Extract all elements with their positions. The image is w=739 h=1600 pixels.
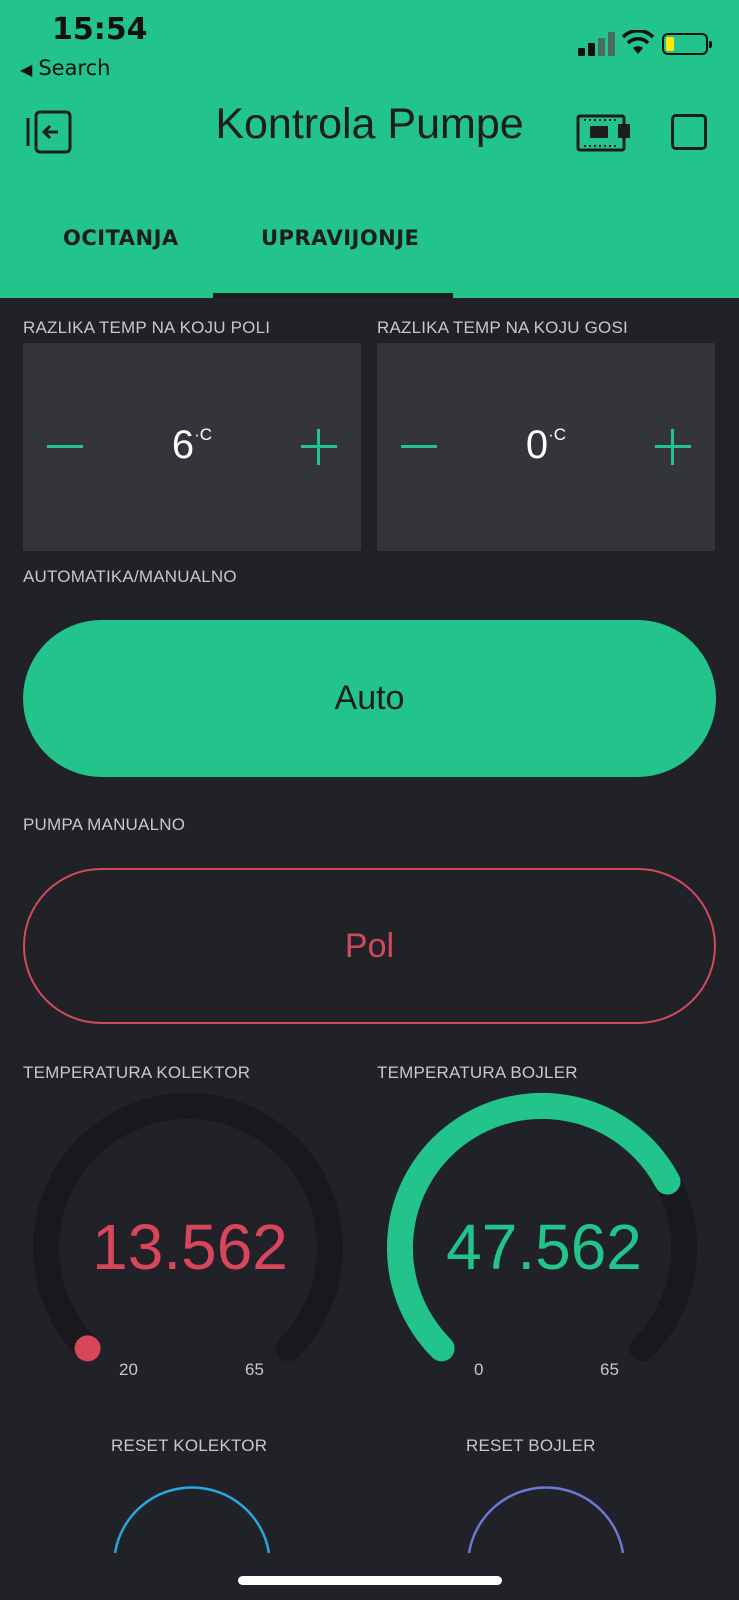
mode-label: AUTOMATIKA/MANUALNO <box>23 567 237 586</box>
reset-bojler-label: RESET BOJLER <box>466 1436 596 1455</box>
gauge-kolektor-handle <box>74 1335 101 1362</box>
gauge-kolektor-min: 20 <box>119 1360 138 1379</box>
back-search-label: Search <box>38 56 111 80</box>
device-icon[interactable] <box>574 110 634 156</box>
wifi-icon <box>622 30 654 54</box>
plus-icon[interactable] <box>301 429 337 465</box>
stepper-gosi: 0·C <box>377 343 715 551</box>
gauge-bojler-label: TEMPERATURA BOJLER <box>377 1063 578 1082</box>
back-arrow-icon: ◀ <box>20 60 33 79</box>
back-to-search-link[interactable]: ◀ Search <box>20 56 110 80</box>
gauge-bojler-min: 0 <box>474 1360 484 1379</box>
stepper-poli: 6·C <box>23 343 361 551</box>
pump-manual-button[interactable]: Pol <box>23 868 716 1024</box>
home-indicator <box>238 1576 502 1585</box>
gauge-bojler-max: 65 <box>600 1360 619 1379</box>
battery-icon <box>662 33 712 55</box>
gauge-bojler: 47.562 0 65 <box>384 1090 724 1390</box>
stepper-gosi-label: RAZLIKA TEMP NA KOJU GOSI <box>377 318 628 337</box>
cellular-signal-icon <box>578 32 618 56</box>
tab-upravijonje[interactable]: UPRAVIJONJE <box>261 226 419 250</box>
reset-kolektor-button[interactable] <box>113 1485 273 1555</box>
reset-bojler-button[interactable] <box>467 1485 627 1555</box>
tab-ocitanja[interactable]: OCITANJA <box>63 226 179 250</box>
square-icon[interactable] <box>671 114 707 150</box>
gauge-kolektor: 13.562 20 65 <box>30 1090 370 1390</box>
status-time: 15:54 <box>52 12 148 47</box>
gauge-kolektor-label: TEMPERATURA KOLEKTOR <box>23 1063 251 1082</box>
auto-mode-button[interactable]: Auto <box>23 620 716 777</box>
gauge-kolektor-max: 65 <box>245 1360 264 1379</box>
top-app-bar: 15:54 ◀ Search Kontrola Pumpe OCITANJA UP… <box>0 0 739 298</box>
stepper-poli-label: RAZLIKA TEMP NA KOJU POLI <box>23 318 271 337</box>
reset-kolektor-label: RESET KOLEKTOR <box>111 1436 268 1455</box>
pump-label: PUMPA MANUALNO <box>23 815 186 834</box>
active-tab-indicator <box>213 293 453 298</box>
gauge-bojler-value: 47.562 <box>446 1211 642 1283</box>
gauge-kolektor-value: 13.562 <box>92 1211 288 1283</box>
plus-icon[interactable] <box>655 429 691 465</box>
